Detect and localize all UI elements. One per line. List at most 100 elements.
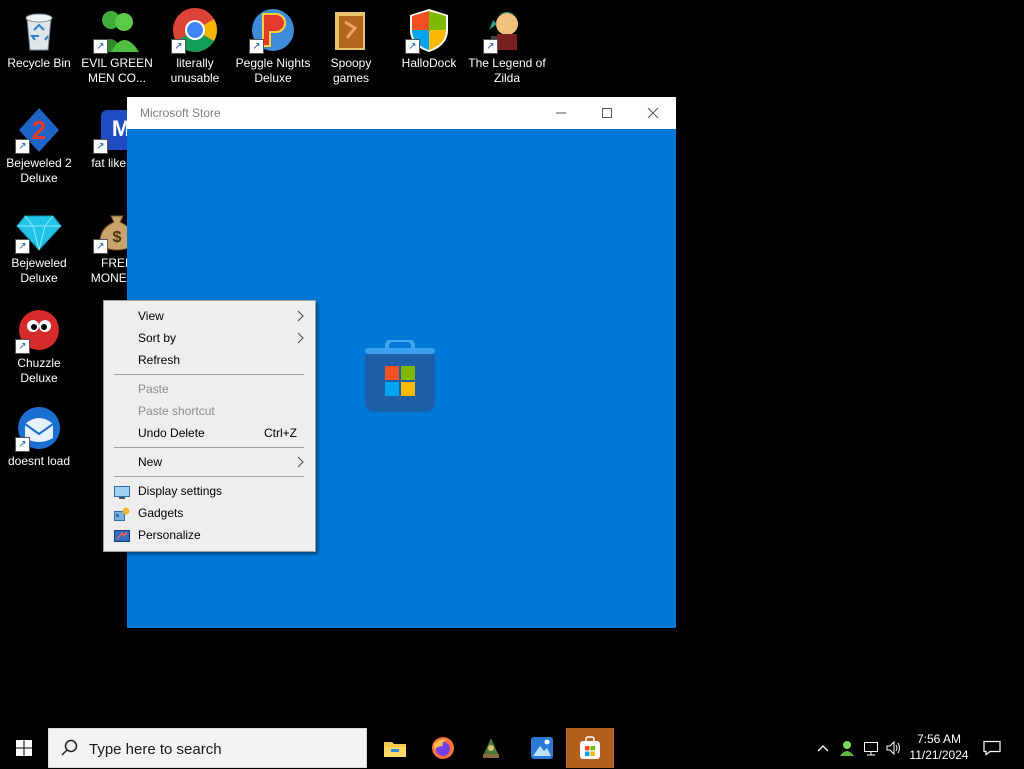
peggle-icon: ↗ (249, 6, 297, 54)
close-icon (647, 107, 659, 119)
desktop-context-menu: View Sort by Refresh Paste Paste shortcu… (103, 300, 316, 552)
zilda-icon: ↗ (483, 6, 531, 54)
taskbar-game-app[interactable] (467, 728, 515, 768)
desktop-icon-bejeweled-2[interactable]: 2 ↗ Bejeweled 2 Deluxe (0, 100, 78, 186)
desktop-icon-doesnt-load[interactable]: ↗ doesnt load (0, 398, 78, 469)
desktop-icon-chuzzle[interactable]: ↗ Chuzzle Deluxe (0, 300, 78, 386)
taskbar: 7:56 AM 11/21/2024 (0, 728, 1024, 769)
desktop-icon-label: Chuzzle Deluxe (17, 356, 61, 385)
desktop-icon-label: literally unusable (170, 56, 220, 85)
store-bag-icon (365, 338, 435, 412)
svg-text:$: $ (113, 229, 122, 246)
minimize-button[interactable] (538, 97, 584, 129)
close-button[interactable] (630, 97, 676, 129)
diamond-icon: ↗ (15, 206, 63, 254)
desktop: Recycle Bin ↗ EVIL GREEN MEN CO... ↗ lit… (0, 0, 1024, 728)
menu-item-label: Display settings (138, 484, 223, 498)
desktop-icon-recycle-bin[interactable]: Recycle Bin (0, 0, 78, 71)
tray-volume[interactable] (883, 728, 905, 768)
shortcut-arrow-icon: ↗ (15, 139, 30, 154)
taskbar-file-explorer[interactable] (371, 728, 419, 768)
firefox-icon (432, 737, 454, 759)
chuzzle-icon: ↗ (15, 306, 63, 354)
menu-item-display-settings[interactable]: Display settings (104, 480, 315, 502)
menu-item-new[interactable]: New (104, 451, 315, 473)
minimize-icon (556, 112, 566, 114)
shortcut-arrow-icon: ↗ (93, 39, 108, 54)
desktop-icon-label: Spoopy games (330, 56, 372, 85)
start-button[interactable] (0, 728, 48, 768)
menu-item-label: New (138, 455, 163, 469)
menu-item-view[interactable]: View (104, 305, 315, 327)
desktop-icon-label: Peggle Nights Deluxe (235, 56, 311, 85)
menu-item-label: Gadgets (138, 506, 184, 520)
thunderbird-icon: ↗ (15, 404, 63, 452)
menu-item-label: Paste shortcut (138, 404, 215, 418)
menu-item-personalize[interactable]: Personalize (104, 524, 315, 546)
taskbar-search-box[interactable] (48, 728, 367, 769)
desktop-icon-bejeweled[interactable]: ↗ Bejeweled Deluxe (0, 200, 78, 286)
window-titlebar[interactable]: Microsoft Store (127, 97, 676, 129)
shortcut-arrow-icon: ↗ (15, 339, 30, 354)
network-icon (864, 742, 878, 756)
show-hidden-icons-button[interactable] (812, 728, 834, 768)
personalize-icon (114, 528, 130, 542)
windows-logo-icon (16, 740, 32, 756)
clock-date: 11/21/2024 (909, 748, 969, 762)
menu-item-label: Personalize (138, 528, 201, 542)
desktop-icon-spoopy-games[interactable]: Spoopy games (312, 0, 390, 86)
clock-time: 7:56 AM (916, 732, 962, 746)
tray-network[interactable] (860, 728, 882, 768)
menu-item-undo-delete[interactable]: Undo Delete Ctrl+Z (104, 422, 315, 444)
shortcut-arrow-icon: ↗ (15, 239, 30, 254)
desktop-icon-label: Bejeweled 2 Deluxe (6, 156, 72, 185)
desktop-icon-peggle[interactable]: ↗ Peggle Nights Deluxe (234, 0, 312, 86)
taskbar-firefox[interactable] (419, 728, 467, 768)
shortcut-arrow-icon: ↗ (405, 39, 420, 54)
action-center-button[interactable] (980, 728, 1004, 768)
maximize-button[interactable] (584, 97, 630, 129)
store-bag-icon (580, 736, 600, 759)
taskbar-microsoft-store[interactable] (566, 728, 614, 768)
desktop-icon-label: EVIL GREEN MEN CO... (81, 56, 153, 85)
game-app-icon (483, 738, 499, 758)
menu-separator (114, 374, 304, 375)
menu-item-label: Paste (138, 382, 169, 396)
shortcut-arrow-icon: ↗ (171, 39, 186, 54)
shortcut-arrow-icon: ↗ (483, 39, 498, 54)
menu-item-label: Refresh (138, 353, 181, 367)
menu-separator (114, 476, 304, 477)
desktop-icon-label: HalloDock (401, 56, 457, 70)
bejeweled-2-icon: 2 ↗ (15, 106, 63, 154)
tray-user-app[interactable] (836, 728, 858, 768)
shortcut-arrow-icon: ↗ (15, 437, 30, 452)
desktop-icon-literally-unusable[interactable]: ↗ literally unusable (156, 0, 234, 86)
taskbar-photos[interactable] (518, 728, 566, 768)
desktop-icon-label: The Legend of Zilda (468, 56, 546, 85)
shield-icon: ↗ (405, 6, 453, 54)
speaker-icon (886, 740, 900, 756)
search-input[interactable] (87, 729, 361, 769)
folder-icon (384, 742, 406, 757)
taskbar-clock[interactable]: 7:56 AM 11/21/2024 (904, 731, 974, 763)
menu-item-label: View (138, 309, 164, 323)
menu-item-gadgets[interactable]: Gadgets (104, 502, 315, 524)
desktop-icon-label: Recycle Bin (7, 56, 71, 70)
notification-icon (983, 740, 1001, 756)
chrome-icon: ↗ (171, 6, 219, 54)
menu-item-refresh[interactable]: Refresh (104, 349, 315, 371)
desktop-icon-legend-of-zilda[interactable]: ↗ The Legend of Zilda (468, 0, 546, 86)
display-settings-icon (114, 484, 130, 499)
recycle-bin-icon (15, 6, 63, 54)
menu-item-label: Sort by (138, 331, 177, 345)
svg-text:2: 2 (32, 115, 46, 145)
desktop-icon-label: Bejeweled Deluxe (11, 256, 67, 285)
search-icon (61, 739, 78, 756)
shortcut-arrow-icon: ↗ (93, 139, 108, 154)
photos-icon (531, 737, 553, 759)
desktop-icon-hallodock[interactable]: ↗ HalloDock (390, 0, 468, 71)
menu-item-paste-shortcut: Paste shortcut (104, 400, 315, 422)
menu-item-label: Undo Delete (138, 426, 205, 440)
desktop-icon-evil-green-men[interactable]: ↗ EVIL GREEN MEN CO... (78, 0, 156, 86)
menu-item-sort-by[interactable]: Sort by (104, 327, 315, 349)
